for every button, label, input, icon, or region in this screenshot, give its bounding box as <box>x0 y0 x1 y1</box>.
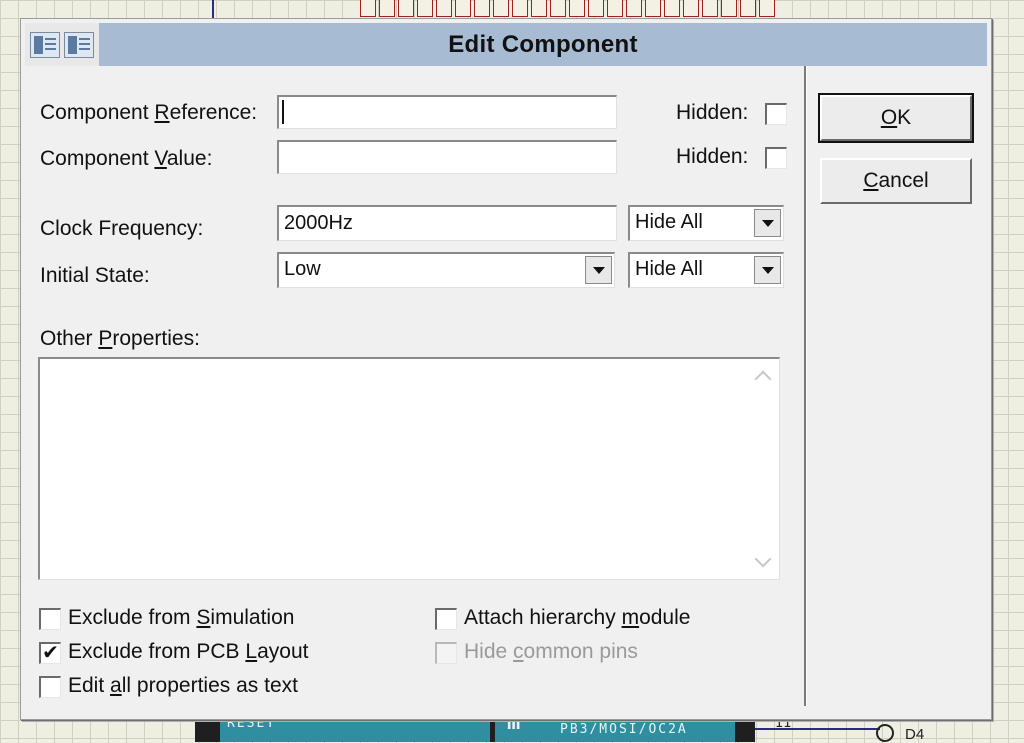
initial-state-visibility-select[interactable]: Hide All <box>628 252 784 288</box>
initial-state-value: Low <box>284 258 321 280</box>
clock-frequency-label: Clock Frequency: <box>40 217 204 240</box>
reference-hidden-checkbox[interactable] <box>765 103 787 125</box>
component-value-label: Component Value: <box>40 147 213 170</box>
window-icons <box>25 23 99 66</box>
hide-common-pins-label: Hide common pins <box>464 640 638 663</box>
attach-hierarchy-label: Attach hierarchy module <box>464 606 691 629</box>
window-menu-icon[interactable] <box>30 31 60 58</box>
schematic-wire <box>755 728 880 730</box>
other-properties-textarea[interactable] <box>38 357 780 580</box>
value-hidden-checkbox[interactable] <box>765 147 787 169</box>
window-properties-icon[interactable] <box>64 31 94 58</box>
exclude-pcb-checkbox[interactable]: ✔ <box>39 642 61 664</box>
initial-state-label: Initial State: <box>40 264 150 287</box>
initial-state-select[interactable]: Low <box>277 252 615 288</box>
clock-frequency-input[interactable] <box>277 205 617 241</box>
value-hidden-label: Hidden: <box>676 145 749 168</box>
exclude-simulation-checkbox[interactable] <box>39 608 61 630</box>
initial-state-visibility-value: Hide All <box>635 258 703 280</box>
clock-frequency-visibility-value: Hide All <box>635 211 703 233</box>
scroll-down-icon[interactable] <box>754 550 772 568</box>
edit-component-dialog: Edit Component Component Reference: Hidd… <box>20 18 992 720</box>
board-label-pin: PB3/MOSI/OC2A <box>560 722 688 737</box>
exclude-simulation-label: Exclude from Simulation <box>68 606 295 629</box>
component-reference-input[interactable] <box>277 95 617 129</box>
attach-hierarchy-checkbox[interactable] <box>435 608 457 630</box>
reference-hidden-label: Hidden: <box>676 101 749 124</box>
vertical-separator <box>804 66 807 706</box>
net-label: D4 <box>905 726 925 743</box>
text-caret <box>282 100 284 124</box>
component-reference-label: Component Reference: <box>40 101 258 124</box>
dropdown-arrow-icon[interactable] <box>585 256 612 284</box>
component-value-input[interactable] <box>277 140 617 174</box>
scroll-up-icon[interactable] <box>754 370 772 388</box>
exclude-pcb-label: Exclude from PCB Layout <box>68 640 309 663</box>
edit-as-text-label: Edit all properties as text <box>68 674 298 697</box>
net-terminal-icon <box>876 724 894 742</box>
dropdown-arrow-icon[interactable] <box>754 256 781 284</box>
cancel-button[interactable]: Cancel <box>820 158 972 204</box>
clock-frequency-visibility-select[interactable]: Hide All <box>628 205 784 241</box>
hide-common-pins-checkbox <box>435 642 457 664</box>
dropdown-arrow-icon[interactable] <box>754 209 781 237</box>
ok-button[interactable]: OK <box>818 93 974 143</box>
other-properties-label: Other Properties: <box>40 327 200 350</box>
dialog-title: Edit Component <box>448 30 638 58</box>
schematic-wire <box>212 0 214 20</box>
schematic-pin-strip <box>360 0 778 18</box>
vertical-scrollbar[interactable] <box>749 359 779 579</box>
title-bar[interactable]: Edit Component <box>99 23 987 66</box>
edit-as-text-checkbox[interactable] <box>39 676 61 698</box>
